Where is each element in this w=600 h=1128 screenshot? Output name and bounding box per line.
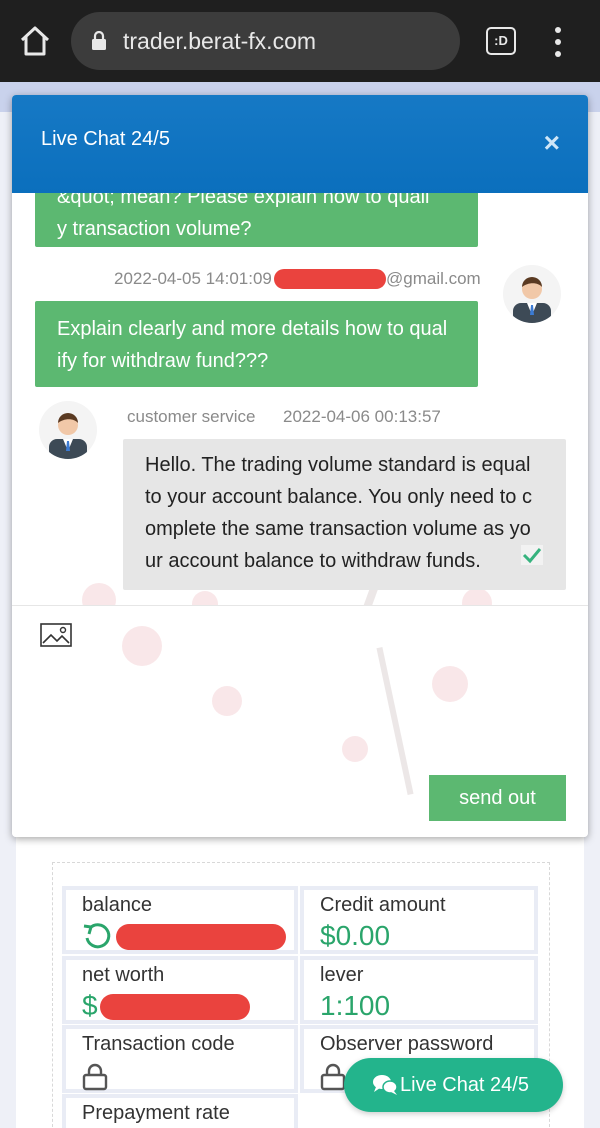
url-text: trader.berat-fx.com (123, 28, 317, 54)
home-icon[interactable] (18, 24, 52, 58)
prepayment-label: Prepayment rate (82, 1102, 230, 1124)
lock-icon[interactable] (82, 1063, 108, 1091)
address-bar[interactable]: trader.berat-fx.com (71, 12, 460, 70)
lever-cell: lever 1:100 (300, 956, 538, 1024)
more-menu-icon[interactable] (548, 26, 568, 58)
message-line: ur account balance to withdraw funds. (145, 550, 481, 572)
net-worth-prefix: $ (82, 990, 98, 1021)
net-worth-label: net worth (82, 964, 165, 986)
prepayment-cell: Prepayment rate (62, 1094, 298, 1128)
balance-cell: balance (62, 886, 298, 954)
read-check-icon (521, 545, 543, 565)
transaction-code-label: Transaction code (82, 1033, 235, 1055)
message-timestamp: 2022-04-05 14:01:09 (114, 269, 272, 288)
person-icon (513, 277, 551, 323)
message-line: y transaction volume? (57, 218, 252, 240)
message-line: omplete the same transaction volume as y… (145, 518, 531, 540)
lever-label: lever (320, 964, 364, 986)
lock-icon (92, 31, 106, 50)
redaction-mark (116, 924, 286, 950)
chat-bubbles-icon (373, 1075, 398, 1095)
user-message-bubble: Explain clearly and more details how to … (35, 301, 478, 387)
send-button[interactable]: send out (429, 775, 566, 821)
divider (12, 605, 588, 606)
transaction-code-cell: Transaction code (62, 1025, 298, 1093)
refresh-icon[interactable] (82, 922, 112, 950)
background-blossom (122, 626, 162, 666)
agent-avatar (39, 401, 97, 459)
user-message-bubble: &quot; mean? Please explain how to quali… (35, 193, 478, 247)
live-chat-modal: Live Chat 24/5 × &quot; mean? Please exp… (12, 95, 588, 837)
background-blossom (82, 583, 116, 605)
floating-chat-label: Live Chat 24/5 (400, 1074, 529, 1096)
chat-title: Live Chat 24/5 (41, 128, 170, 150)
message-line: to your account balance. You only need t… (145, 486, 532, 508)
message-line: &quot; mean? Please explain how to quali (57, 193, 430, 208)
email-suffix: @gmail.com (386, 269, 481, 288)
chat-header: Live Chat 24/5 × (12, 95, 588, 193)
tab-switcher-button[interactable]: :D (486, 27, 516, 55)
image-upload-icon[interactable] (40, 623, 72, 647)
message-line: Hello. The trading volume standard is eq… (145, 454, 531, 476)
net-worth-cell: net worth $ (62, 956, 298, 1024)
agent-message-bubble: Hello. The trading volume standard is eq… (123, 439, 566, 590)
background-blossom (432, 666, 468, 702)
floating-live-chat-button[interactable]: Live Chat 24/5 (344, 1058, 563, 1112)
observer-password-label: Observer password (320, 1033, 494, 1055)
background-branch (376, 647, 414, 795)
message-line: Explain clearly and more details how to … (57, 318, 448, 340)
background-blossom (212, 686, 242, 716)
balance-label: balance (82, 894, 153, 916)
background-blossom (192, 591, 218, 605)
background-blossom (342, 736, 368, 762)
user-avatar (503, 265, 561, 323)
credit-value: $0.00 (320, 920, 391, 951)
lock-icon[interactable] (320, 1063, 346, 1091)
message-line: ify for withdraw fund??? (57, 350, 269, 372)
redaction-mark (100, 994, 250, 1020)
credit-label: Credit amount (320, 894, 446, 916)
agent-name: customer service (127, 407, 256, 426)
chat-message-list[interactable]: &quot; mean? Please explain how to quali… (12, 193, 588, 605)
close-icon[interactable]: × (544, 127, 560, 159)
background-blossom (462, 588, 492, 605)
person-icon (49, 413, 87, 459)
message-timestamp: 2022-04-06 00:13:57 (283, 407, 441, 426)
browser-toolbar: trader.berat-fx.com :D (0, 0, 600, 82)
lever-value: 1:100 (320, 990, 391, 1021)
credit-cell: Credit amount $0.00 (300, 886, 538, 954)
redaction-mark (274, 269, 386, 289)
